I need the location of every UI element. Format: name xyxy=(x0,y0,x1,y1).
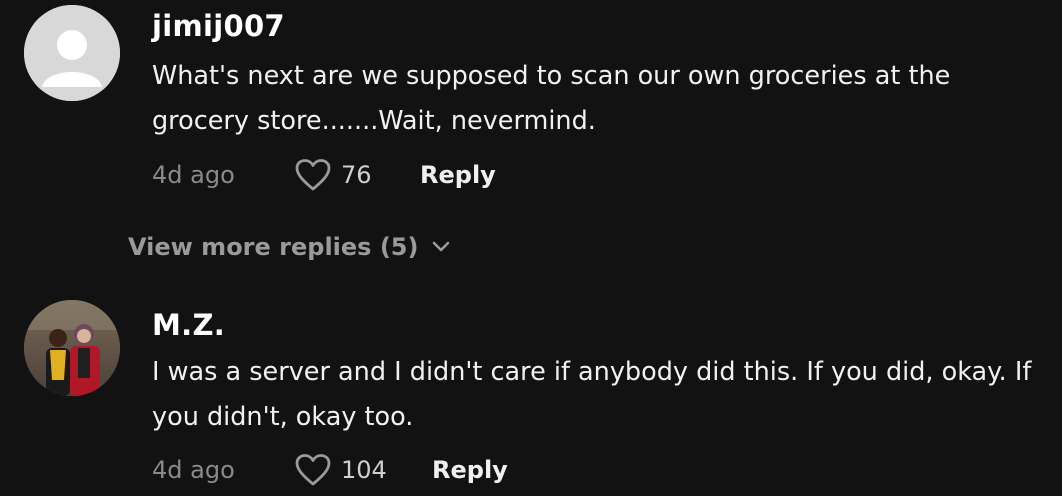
comment-text: I was a server and I didn't care if anyb… xyxy=(152,357,1032,432)
default-user-icon xyxy=(24,5,120,101)
comment-timestamp: 4d ago xyxy=(152,161,235,189)
reply-button[interactable]: Reply xyxy=(420,160,496,190)
like-count: 76 xyxy=(341,161,372,189)
heart-icon[interactable] xyxy=(295,159,331,191)
comment-text: What's next are we supposed to scan our … xyxy=(152,61,951,136)
comment-username[interactable]: jimij007 xyxy=(152,9,285,43)
avatar[interactable] xyxy=(24,5,120,101)
avatar[interactable] xyxy=(24,300,120,396)
user-photo-avatar xyxy=(24,300,120,396)
heart-icon[interactable] xyxy=(295,454,331,486)
chevron-down-icon xyxy=(433,241,450,252)
view-more-replies-button[interactable]: View more replies (5) xyxy=(128,232,450,262)
comments-panel: jimij007 What's next are we supposed to … xyxy=(0,0,1062,496)
comment-timestamp: 4d ago xyxy=(152,456,235,484)
reply-button[interactable]: Reply xyxy=(432,455,508,485)
comment-username[interactable]: M.Z. xyxy=(152,308,225,342)
view-more-replies-label: View more replies (5) xyxy=(128,233,419,261)
like-count: 104 xyxy=(341,456,387,484)
